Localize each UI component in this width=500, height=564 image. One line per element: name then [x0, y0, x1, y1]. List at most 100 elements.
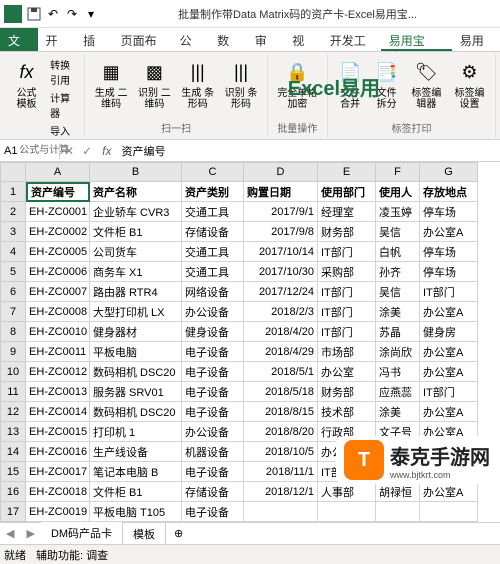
cell-B10[interactable]: 数码相机 DSC20 [90, 362, 182, 382]
cell-C15[interactable]: 电子设备 [182, 462, 244, 482]
tab-layout[interactable]: 页面布局 [113, 28, 172, 51]
cell-D9[interactable]: 2018/4/29 [244, 342, 318, 362]
cell-A9[interactable]: EH-ZC0011 [26, 342, 90, 362]
cell-F17[interactable] [376, 502, 420, 522]
row-header-9[interactable]: 9 [0, 342, 26, 362]
row-header-4[interactable]: 4 [0, 242, 26, 262]
cell-B16[interactable]: 文件柜 B1 [90, 482, 182, 502]
cell-E16[interactable]: 人事部 [318, 482, 376, 502]
cell-A5[interactable]: EH-ZC0006 [26, 262, 90, 282]
cell-G11[interactable]: IT部门 [420, 382, 478, 402]
row-header-3[interactable]: 3 [0, 222, 26, 242]
row-header-14[interactable]: 14 [0, 442, 26, 462]
cell-D15[interactable]: 2018/11/1 [244, 462, 318, 482]
cell-G17[interactable] [420, 502, 478, 522]
cell-D12[interactable]: 2018/8/15 [244, 402, 318, 422]
cell-A10[interactable]: EH-ZC0012 [26, 362, 90, 382]
cell-D17[interactable] [244, 502, 318, 522]
cell-G10[interactable]: 办公室A [420, 362, 478, 382]
cell-F5[interactable]: 孙齐 [376, 262, 420, 282]
cell-G8[interactable]: 健身房 [420, 322, 478, 342]
col-header-D[interactable]: D [244, 162, 318, 182]
cell-B2[interactable]: 企业轿车 CVR3 [90, 202, 182, 222]
cell-G7[interactable]: 办公室A [420, 302, 478, 322]
qat-dropdown-icon[interactable]: ▾ [83, 6, 99, 22]
col-header-C[interactable]: C [182, 162, 244, 182]
cell-C2[interactable]: 交通工具 [182, 202, 244, 222]
tab-insert[interactable]: 插入 [75, 28, 113, 51]
cell-A16[interactable]: EH-ZC0018 [26, 482, 90, 502]
sheet-tab-1[interactable]: DM码产品卡 [41, 522, 123, 546]
tab-yyb[interactable]: 易用宝 [452, 28, 500, 51]
cell-A2[interactable]: EH-ZC0001 [26, 202, 90, 222]
cell-A15[interactable]: EH-ZC0017 [26, 462, 90, 482]
cell-G12[interactable]: 办公室A [420, 402, 478, 422]
formula-template-button[interactable]: fx 公式 模板 [10, 56, 43, 139]
cell-G6[interactable]: IT部门 [420, 282, 478, 302]
add-sheet-button[interactable]: ⊕ [166, 527, 191, 540]
cell-E1[interactable]: 使用部门 [318, 182, 376, 202]
cell-E10[interactable]: 办公室 [318, 362, 376, 382]
cell-D10[interactable]: 2018/5/1 [244, 362, 318, 382]
row-header-15[interactable]: 15 [0, 462, 26, 482]
row-header-8[interactable]: 8 [0, 322, 26, 342]
calculator-button[interactable]: 计算器 [47, 89, 78, 121]
convert-ref-button[interactable]: 转换引用 [47, 56, 78, 88]
tab-review[interactable]: 审阅 [247, 28, 285, 51]
cell-E2[interactable]: 经理室 [318, 202, 376, 222]
cell-F12[interactable]: 涂美 [376, 402, 420, 422]
cell-G1[interactable]: 存放地点 [420, 182, 478, 202]
cell-D16[interactable]: 2018/12/1 [244, 482, 318, 502]
cell-B6[interactable]: 路由器 RTR4 [90, 282, 182, 302]
cell-D1[interactable]: 购置日期 [244, 182, 318, 202]
cell-G4[interactable]: 停车场 [420, 242, 478, 262]
save-icon[interactable] [26, 6, 42, 22]
cell-C8[interactable]: 健身设备 [182, 322, 244, 342]
cell-A12[interactable]: EH-ZC0014 [26, 402, 90, 422]
cell-E7[interactable]: IT部门 [318, 302, 376, 322]
cell-C5[interactable]: 交通工具 [182, 262, 244, 282]
cell-E12[interactable]: 技术部 [318, 402, 376, 422]
cell-B8[interactable]: 健身器材 [90, 322, 182, 342]
cell-D3[interactable]: 2017/9/8 [244, 222, 318, 242]
cell-A6[interactable]: EH-ZC0007 [26, 282, 90, 302]
cell-B13[interactable]: 打印机 1 [90, 422, 182, 442]
redo-icon[interactable]: ↷ [64, 6, 80, 22]
cell-A8[interactable]: EH-ZC0010 [26, 322, 90, 342]
cell-encrypt-button[interactable]: 🔒完全单格 加密 [274, 56, 321, 118]
file-merge-button[interactable]: 📄文件 合并 [334, 56, 366, 118]
col-header-E[interactable]: E [318, 162, 376, 182]
cell-A1[interactable]: 资产编号 [26, 182, 90, 202]
row-header-5[interactable]: 5 [0, 262, 26, 282]
row-header-10[interactable]: 10 [0, 362, 26, 382]
label-editor-button[interactable]: 🏷标签编 辑器 [407, 56, 446, 118]
row-header-7[interactable]: 7 [0, 302, 26, 322]
cell-B17[interactable]: 平板电脑 T105 [90, 502, 182, 522]
cell-A13[interactable]: EH-ZC0015 [26, 422, 90, 442]
cell-B4[interactable]: 公司货车 [90, 242, 182, 262]
cell-A11[interactable]: EH-ZC0013 [26, 382, 90, 402]
label-settings-button[interactable]: ⚙标签编 设置 [450, 56, 489, 118]
cell-F16[interactable]: 胡禄恒 [376, 482, 420, 502]
cell-F8[interactable]: 苏晶 [376, 322, 420, 342]
cell-F9[interactable]: 涂尚欣 [376, 342, 420, 362]
sheet-nav-next[interactable]: ▶ [20, 527, 40, 540]
cell-D8[interactable]: 2018/4/20 [244, 322, 318, 342]
cell-B12[interactable]: 数码相机 DSC20 [90, 402, 182, 422]
cell-C13[interactable]: 办公设备 [182, 422, 244, 442]
cell-F1[interactable]: 使用人 [376, 182, 420, 202]
cell-B3[interactable]: 文件柜 B1 [90, 222, 182, 242]
cell-C10[interactable]: 电子设备 [182, 362, 244, 382]
row-header-13[interactable]: 13 [0, 422, 26, 442]
row-header-11[interactable]: 11 [0, 382, 26, 402]
row-header-1[interactable]: 1 [0, 182, 26, 202]
cell-C3[interactable]: 存储设备 [182, 222, 244, 242]
tab-view[interactable]: 视图 [284, 28, 322, 51]
tab-home[interactable]: 开始 [38, 28, 76, 51]
cell-B1[interactable]: 资产名称 [90, 182, 182, 202]
cell-F2[interactable]: 凌玉婷 [376, 202, 420, 222]
cell-C7[interactable]: 办公设备 [182, 302, 244, 322]
cell-D2[interactable]: 2017/9/1 [244, 202, 318, 222]
sheet-nav-prev[interactable]: ◀ [0, 527, 20, 540]
cell-C14[interactable]: 机器设备 [182, 442, 244, 462]
